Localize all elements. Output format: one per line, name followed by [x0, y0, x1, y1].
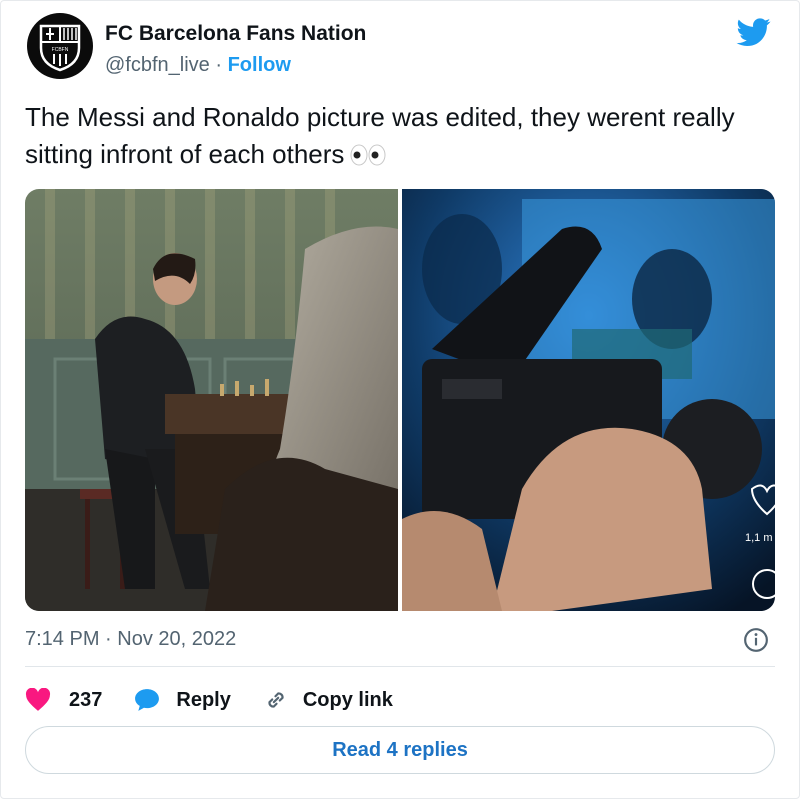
- tweet-text: The Messi and Ronaldo picture was edited…: [25, 99, 765, 176]
- media-image-camera[interactable]: 1,1 m: [402, 189, 775, 611]
- reply-button[interactable]: Reply: [134, 687, 231, 713]
- author-display-name[interactable]: FC Barcelona Fans Nation: [105, 21, 366, 47]
- handle-separator: ·: [215, 54, 223, 76]
- side-overlay-count: 1,1 m: [745, 532, 773, 544]
- like-count: 237: [69, 688, 103, 711]
- author-handle[interactable]: @fcbfn_live: [105, 54, 210, 76]
- tweet-timestamp[interactable]: 7:14 PM · Nov 20, 2022: [25, 626, 236, 652]
- twitter-bird-icon[interactable]: [735, 15, 773, 49]
- reply-label: Reply: [176, 688, 231, 711]
- copy-link-button[interactable]: Copy link: [263, 687, 393, 713]
- follow-button[interactable]: Follow: [228, 54, 291, 76]
- action-bar: 237 Reply Copy link: [25, 685, 425, 715]
- author-handle-row: @fcbfn_live · Follow: [105, 52, 291, 78]
- media-grid[interactable]: 1,1 m: [25, 189, 775, 611]
- tweet-card: FCBFN FC Barcelona Fans Nation @fcbfn_li…: [0, 0, 800, 799]
- author-avatar[interactable]: FCBFN: [27, 13, 93, 79]
- heart-icon: [25, 687, 51, 713]
- reply-bubble-icon: [134, 687, 160, 713]
- svg-text:FCBFN: FCBFN: [52, 47, 69, 53]
- divider: [25, 666, 775, 667]
- barcelona-crest-icon: FCBFN: [39, 24, 81, 72]
- read-replies-button[interactable]: Read 4 replies: [25, 726, 775, 774]
- link-icon: [263, 687, 289, 713]
- media-image-chess[interactable]: [25, 189, 398, 611]
- copy-link-label: Copy link: [302, 688, 393, 711]
- info-icon[interactable]: [743, 627, 769, 653]
- eyes-emoji-icon: [350, 139, 386, 176]
- like-button[interactable]: 237: [25, 687, 102, 713]
- read-replies-label: Read 4 replies: [332, 738, 468, 761]
